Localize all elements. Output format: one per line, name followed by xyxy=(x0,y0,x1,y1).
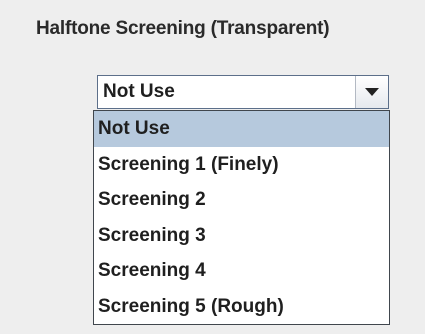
dropdown-option-screening-2[interactable]: Screening 2 xyxy=(94,182,389,218)
dropdown-option-not-use[interactable]: Not Use xyxy=(94,111,389,147)
dropdown-list: Not Use Screening 1 (Finely) Screening 2… xyxy=(93,110,390,325)
halftone-screening-combo[interactable]: Not Use xyxy=(97,75,389,109)
section-title: Halftone Screening (Transparent) xyxy=(36,18,330,39)
combo-dropdown-button[interactable] xyxy=(355,76,388,108)
chevron-down-icon xyxy=(365,88,379,96)
dropdown-option-screening-3[interactable]: Screening 3 xyxy=(94,218,389,254)
combo-selected-value[interactable]: Not Use xyxy=(98,76,355,108)
dropdown-option-screening-1[interactable]: Screening 1 (Finely) xyxy=(94,147,389,183)
halftone-screening-panel: Halftone Screening (Transparent) Not Use… xyxy=(0,0,425,334)
dropdown-option-screening-4[interactable]: Screening 4 xyxy=(94,253,389,289)
dropdown-option-screening-5[interactable]: Screening 5 (Rough) xyxy=(94,289,389,325)
